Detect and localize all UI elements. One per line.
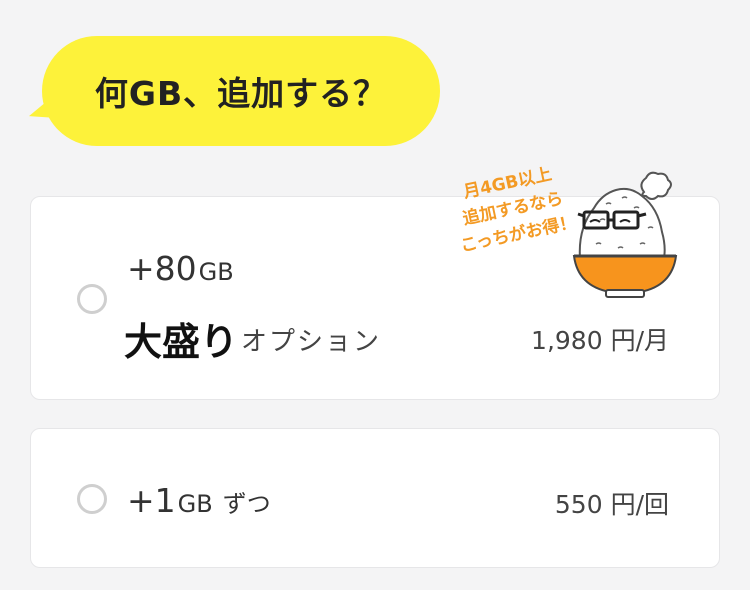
option-amount: +1GB ずつ (127, 481, 271, 520)
option-price: 1,980 円/月 (531, 326, 669, 355)
option-card-1gb[interactable]: +1GB ずつ 550 円/回 (30, 428, 720, 568)
question-text: 何GB、追加する？ (94, 74, 388, 113)
radio-circle-icon[interactable] (77, 484, 107, 514)
amount-value: +80 (127, 249, 197, 288)
rice-bowl-with-glasses-icon (570, 170, 680, 300)
bubble-body: 何GB、追加する？ (42, 36, 440, 146)
option-amount: +80GB (127, 249, 234, 288)
option-suffix: オプション (241, 327, 382, 357)
amount-unit: GB (198, 258, 234, 286)
amount-value: +1 (127, 481, 176, 520)
radio-circle-icon[interactable] (77, 284, 107, 314)
option-name: 大盛り (124, 320, 239, 364)
amount-unit: GB (177, 490, 213, 518)
amount-suffix: ずつ (222, 490, 271, 518)
option-price: 550 円/回 (554, 490, 669, 519)
